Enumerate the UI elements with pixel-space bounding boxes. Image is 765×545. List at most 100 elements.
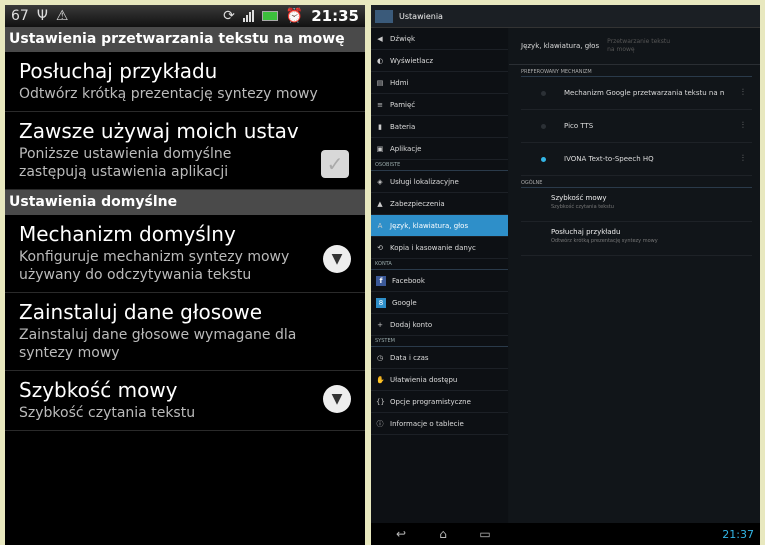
sidebar-item-date-time[interactable]: ◷ Data i czas xyxy=(371,347,508,369)
checkbox[interactable]: ✓ xyxy=(321,150,349,178)
item-title: Mechanizm domyślny xyxy=(19,222,236,246)
settings-sidebar: ◀ Dźwięk ◐ Wyświetlacz ▤ Hdmi ≡ Pamięć ▮ Bate… xyxy=(371,28,508,523)
rotation-icon: ⟳ xyxy=(223,8,235,24)
sidebar-label: Dźwięk xyxy=(390,34,416,43)
engine-label: IVONA Text-to-Speech HQ xyxy=(564,155,654,163)
item-subtitle: Odtwórz krótką prezentację syntezy mowy xyxy=(19,86,318,102)
clock-icon: ◷ xyxy=(376,353,384,362)
radio-button[interactable] xyxy=(541,90,546,96)
radio-button-selected[interactable] xyxy=(541,156,546,162)
settings-detail-pane: Język, klawiatura, głos Przetwarzanie te… xyxy=(509,28,760,523)
sidebar-label: Ułatwienia dostępu xyxy=(390,375,458,384)
sidebar-item-facebook[interactable]: f Facebook xyxy=(371,270,508,292)
settings-sliders-icon[interactable]: ⫶ xyxy=(742,121,744,131)
backup-icon: ⟲ xyxy=(377,243,383,252)
item-subtitle: Zainstaluj dane głosowe wymagane dla syn… xyxy=(19,327,297,361)
battery-icon xyxy=(261,11,278,21)
sidebar-item-developer[interactable]: {} Opcje programistyczne xyxy=(371,391,508,413)
item-title: Zawsze używaj moich ustav xyxy=(19,119,299,143)
apps-icon: ▣ xyxy=(376,144,384,153)
install-voice-data-item[interactable]: Zainstaluj dane głosowe Zainstaluj dane … xyxy=(5,293,365,371)
item-title: Szybkość mowy xyxy=(551,194,607,202)
engine-pico[interactable]: Pico TTS ⫶ xyxy=(521,110,752,143)
language-icon: A xyxy=(377,221,383,230)
item-subtitle: Konfiguruje mechanizm syntezy mowy używa… xyxy=(19,249,290,283)
always-use-my-settings-item[interactable]: Zawsze używaj moich ustav Poniższe ustaw… xyxy=(5,112,365,190)
radio-button[interactable] xyxy=(541,123,546,129)
settings-sliders-icon[interactable]: ⫶ xyxy=(742,88,744,98)
back-icon[interactable]: ↩ xyxy=(389,527,413,541)
info-icon: ⓘ xyxy=(376,419,384,428)
status-time: 21:35 xyxy=(311,7,359,25)
sidebar-item-add-account[interactable]: + Dodaj konto xyxy=(371,314,508,336)
listen-example-item[interactable]: Posłuchaj przykładu Odtwórz krótką preze… xyxy=(521,222,752,256)
sidebar-label: Aplikacje xyxy=(390,144,422,153)
settings-app-icon xyxy=(375,9,393,23)
item-title: Posłuchaj przykładu xyxy=(19,59,218,83)
system-nav-bar: ↩ ⌂ ▭ 21:37 xyxy=(371,523,760,545)
dropdown-icon[interactable]: ▼ xyxy=(323,245,351,273)
alarm-icon: ⏰ xyxy=(285,8,304,24)
sidebar-section-system: SYSTEM xyxy=(371,336,508,347)
location-icon: ◈ xyxy=(377,177,383,186)
sidebar-item-battery[interactable]: ▮ Bateria xyxy=(371,116,508,138)
sidebar-label: Google xyxy=(392,298,417,307)
sidebar-label: Dodaj konto xyxy=(390,320,433,329)
sidebar-item-google[interactable]: 8 Google xyxy=(371,292,508,314)
item-subtitle: Szybkość czytania tekstu xyxy=(19,405,196,421)
item-subtitle: Szybkość czytania tekstu xyxy=(551,204,614,210)
sidebar-label: Data i czas xyxy=(390,353,429,362)
sidebar-item-language[interactable]: A Język, klawiatura, głos xyxy=(371,215,508,237)
sidebar-section-personal: OSOBISTE xyxy=(371,160,508,171)
breadcrumb-sub: Przetwarzanie tekstu na mowę xyxy=(607,38,671,53)
lock-icon: ▲ xyxy=(377,199,383,208)
default-engine-item[interactable]: Mechanizm domyślny Konfiguruje mechanizm… xyxy=(5,215,365,293)
item-title: Szybkość mowy xyxy=(19,378,178,402)
action-bar: Ustawienia xyxy=(371,5,760,28)
developer-icon: {} xyxy=(376,397,385,406)
speech-rate-item[interactable]: Szybkość mowy Szybkość czytania tekstu xyxy=(521,188,752,222)
sidebar-item-memory[interactable]: ≡ Pamięć xyxy=(371,94,508,116)
sidebar-item-location[interactable]: ◈ Usługi lokalizacyjne xyxy=(371,171,508,193)
sidebar-section-accounts: KONTA xyxy=(371,259,508,270)
speech-rate-item[interactable]: Szybkość mowy Szybkość czytania tekstu ▼ xyxy=(5,371,365,431)
engine-ivona[interactable]: IVONA Text-to-Speech HQ ⫶ xyxy=(521,143,752,176)
plus-icon: + xyxy=(377,320,383,329)
tablet-screen: Ustawienia ◀ Dźwięk ◐ Wyświetlacz ▤ Hdmi ≡ P… xyxy=(371,5,760,545)
listen-example-item[interactable]: Posłuchaj przykładu Odtwórz krótką preze… xyxy=(5,52,365,112)
dropdown-icon[interactable]: ▼ xyxy=(323,385,351,413)
sidebar-item-hdmi[interactable]: ▤ Hdmi xyxy=(371,72,508,94)
home-icon[interactable]: ⌂ xyxy=(431,527,455,541)
sidebar-item-sound[interactable]: ◀ Dźwięk xyxy=(371,28,508,50)
sidebar-label: Informacje o tablecie xyxy=(390,419,464,428)
section-tts-settings: Ustawienia przetwarzania tekstu na mowę xyxy=(5,27,365,52)
memory-icon: ≡ xyxy=(377,100,383,109)
signal-icon xyxy=(242,10,254,22)
accessibility-icon: ✋ xyxy=(376,375,385,384)
sidebar-item-accessibility[interactable]: ✋ Ułatwienia dostępu xyxy=(371,369,508,391)
section-default-settings: Ustawienia domyślne xyxy=(5,190,365,215)
item-title: Zainstaluj dane głosowe xyxy=(19,300,263,324)
sidebar-label: Hdmi xyxy=(390,78,409,87)
engine-label: Pico TTS xyxy=(564,122,594,130)
notification-count: 67 xyxy=(11,8,29,24)
breadcrumb: Język, klawiatura, głos Przetwarzanie te… xyxy=(509,28,760,65)
sidebar-label: Kopia i kasowanie danyc xyxy=(390,243,476,252)
breadcrumb-current: Język, klawiatura, głos xyxy=(521,42,600,50)
system-clock: 21:37 xyxy=(722,527,754,541)
sidebar-item-about[interactable]: ⓘ Informacje o tablecie xyxy=(371,413,508,435)
sidebar-item-security[interactable]: ▲ Zabezpieczenia xyxy=(371,193,508,215)
section-preferred-engine: PREFEROWANY MECHANIZM xyxy=(521,65,752,77)
facebook-icon: f xyxy=(376,275,386,286)
sidebar-item-backup[interactable]: ⟲ Kopia i kasowanie danyc xyxy=(371,237,508,259)
sidebar-item-display[interactable]: ◐ Wyświetlacz xyxy=(371,50,508,72)
app-title: Ustawienia xyxy=(399,11,443,21)
settings-sliders-icon[interactable]: ⫶ xyxy=(742,154,744,164)
sidebar-label: Facebook xyxy=(392,276,425,285)
recent-apps-icon[interactable]: ▭ xyxy=(473,527,497,541)
item-title: Posłuchaj przykładu xyxy=(551,228,621,236)
engine-google[interactable]: Mechanizm Google przetwarzania tekstu na… xyxy=(521,77,752,110)
sidebar-item-apps[interactable]: ▣ Aplikacje xyxy=(371,138,508,160)
sidebar-label: Wyświetlacz xyxy=(390,56,434,65)
section-general: OGÓLNE xyxy=(521,176,752,188)
